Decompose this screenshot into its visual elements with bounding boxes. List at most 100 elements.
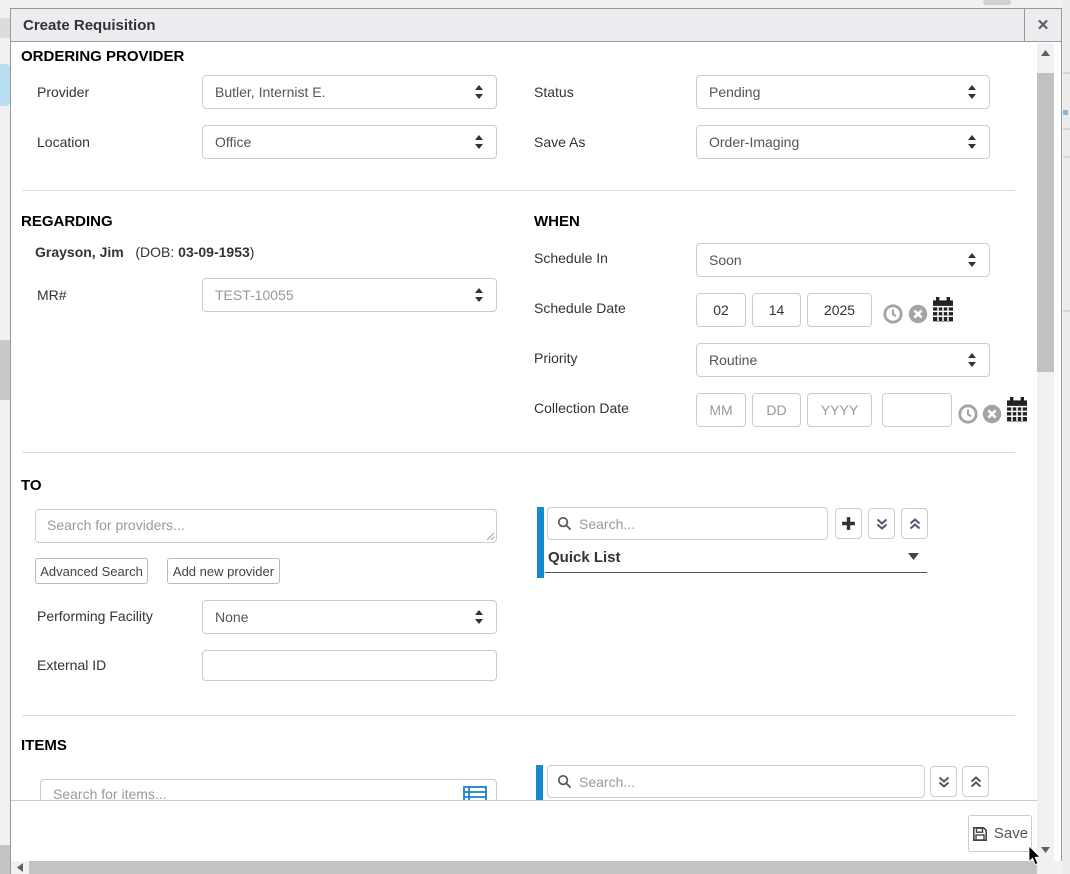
horizontal-scrollbar-thumb[interactable] [29, 861, 1037, 874]
schedule-day-field[interactable] [752, 293, 801, 327]
modal-header: Create Requisition [10, 8, 1062, 42]
quick-list-header[interactable]: Quick List [548, 549, 621, 566]
collection-clear-icon[interactable] [982, 404, 1002, 424]
schedule-day-input[interactable] [752, 293, 801, 327]
schedule-date-label: Schedule Date [534, 300, 626, 316]
vertical-scrollbar-thumb[interactable] [1037, 73, 1054, 372]
provider-label: Provider [37, 84, 89, 100]
select-caret-icon [967, 353, 977, 367]
background-top-grey-chip [983, 0, 1011, 5]
schedule-in-label: Schedule In [534, 250, 608, 266]
regarding-title: REGARDING [21, 213, 113, 230]
collection-date-label: Collection Date [534, 400, 629, 416]
collection-month-input[interactable] [696, 393, 746, 427]
background-top-strip [10, 0, 1070, 8]
items-panel-search-box[interactable] [547, 765, 925, 798]
external-id-label: External ID [37, 657, 106, 673]
performing-facility-select[interactable]: None [202, 600, 497, 634]
add-new-provider-button[interactable]: Add new provider [167, 558, 280, 584]
items-collapse-all-button[interactable] [962, 766, 989, 797]
items-expand-all-button[interactable] [930, 766, 957, 797]
background-right-blue-dash [1063, 110, 1068, 115]
schedule-clock-icon[interactable] [883, 304, 903, 324]
collapse-all-button[interactable] [901, 508, 928, 539]
dob-suffix: ) [250, 244, 255, 260]
background-left-scroll-block [0, 340, 10, 400]
mouse-cursor [1028, 846, 1042, 866]
status-select[interactable]: Pending [696, 75, 990, 109]
background-left-grey-block [0, 18, 10, 38]
location-label: Location [37, 134, 90, 150]
to-panel-search-input[interactable] [579, 516, 818, 532]
resize-handle-icon[interactable] [486, 532, 495, 541]
select-caret-icon [474, 288, 484, 302]
provider-search-field[interactable] [35, 509, 497, 543]
schedule-year-input[interactable] [807, 293, 872, 327]
select-caret-icon [474, 610, 484, 624]
external-id-input[interactable] [202, 650, 497, 681]
double-chevron-up-icon [908, 517, 922, 531]
quick-list-caret-icon[interactable] [908, 553, 919, 560]
background-right-line-3 [1063, 156, 1070, 158]
select-caret-icon [967, 85, 977, 99]
collection-year-input[interactable] [807, 393, 872, 427]
advanced-search-button[interactable]: Advanced Search [35, 558, 148, 584]
modal-footer [11, 800, 1037, 861]
background-left-blue-button [0, 64, 10, 106]
save-as-select[interactable]: Order-Imaging [696, 125, 990, 159]
section-divider [22, 715, 1015, 716]
priority-label: Priority [534, 350, 578, 366]
collection-year-field[interactable] [807, 393, 872, 427]
modal-title: Create Requisition [23, 17, 156, 34]
status-label: Status [534, 84, 574, 100]
expand-all-button[interactable] [868, 508, 895, 539]
collection-clock-icon[interactable] [958, 404, 978, 424]
save-as-label: Save As [534, 134, 585, 150]
close-button[interactable]: ✕ [1024, 8, 1062, 42]
to-panel-search-box[interactable] [547, 507, 828, 540]
collection-day-input[interactable] [752, 393, 801, 427]
select-caret-icon [474, 85, 484, 99]
collection-day-field[interactable] [752, 393, 801, 427]
priority-select[interactable]: Routine [696, 343, 990, 377]
ordering-provider-title: ORDERING PROVIDER [21, 48, 184, 65]
background-right-line-4 [1063, 310, 1070, 312]
section-divider [22, 452, 1015, 453]
provider-select[interactable]: Butler, Internist E. [202, 75, 497, 109]
background-left-bottom-block [0, 845, 10, 874]
collection-month-field[interactable] [696, 393, 746, 427]
search-icon [557, 516, 572, 531]
patient-dob: 03-09-1953 [178, 244, 250, 260]
save-icon [972, 826, 988, 842]
collection-calendar-icon[interactable] [1006, 397, 1028, 423]
schedule-month-input[interactable] [696, 293, 746, 327]
background-right-line-1 [1063, 72, 1070, 74]
background-right-line-2 [1063, 128, 1070, 130]
double-chevron-down-icon [937, 775, 951, 789]
select-caret-icon [474, 135, 484, 149]
patient-line: Grayson, Jim (DOB: 03-09-1953) [35, 244, 254, 260]
items-panel-search-input[interactable] [579, 774, 915, 790]
provider-search-textarea[interactable] [35, 509, 497, 543]
patient-name: Grayson, Jim [35, 244, 124, 260]
mr-select[interactable]: TEST-10055 [202, 278, 497, 312]
schedule-month-field[interactable] [696, 293, 746, 327]
screen: Create Requisition ✕ ORDERING PROVIDER P… [0, 0, 1070, 874]
to-title: TO [21, 477, 42, 494]
schedule-in-select[interactable]: Soon [696, 243, 990, 277]
scrollbar-up-arrow[interactable] [1037, 46, 1054, 60]
schedule-calendar-icon[interactable] [932, 297, 954, 323]
select-caret-icon [967, 253, 977, 267]
to-panel-accent-bar [537, 507, 544, 578]
collection-time-field[interactable] [882, 393, 952, 427]
schedule-clear-icon[interactable] [908, 304, 928, 324]
collection-time-input[interactable] [882, 393, 952, 427]
close-icon: ✕ [1037, 16, 1050, 34]
scrollbar-left-arrow[interactable] [11, 861, 28, 874]
add-provider-to-list-button[interactable] [835, 508, 862, 539]
schedule-year-field[interactable] [807, 293, 872, 327]
location-select[interactable]: Office [202, 125, 497, 159]
external-id-field[interactable] [202, 650, 497, 681]
section-divider [22, 190, 1015, 191]
save-button[interactable]: Save [968, 815, 1032, 852]
